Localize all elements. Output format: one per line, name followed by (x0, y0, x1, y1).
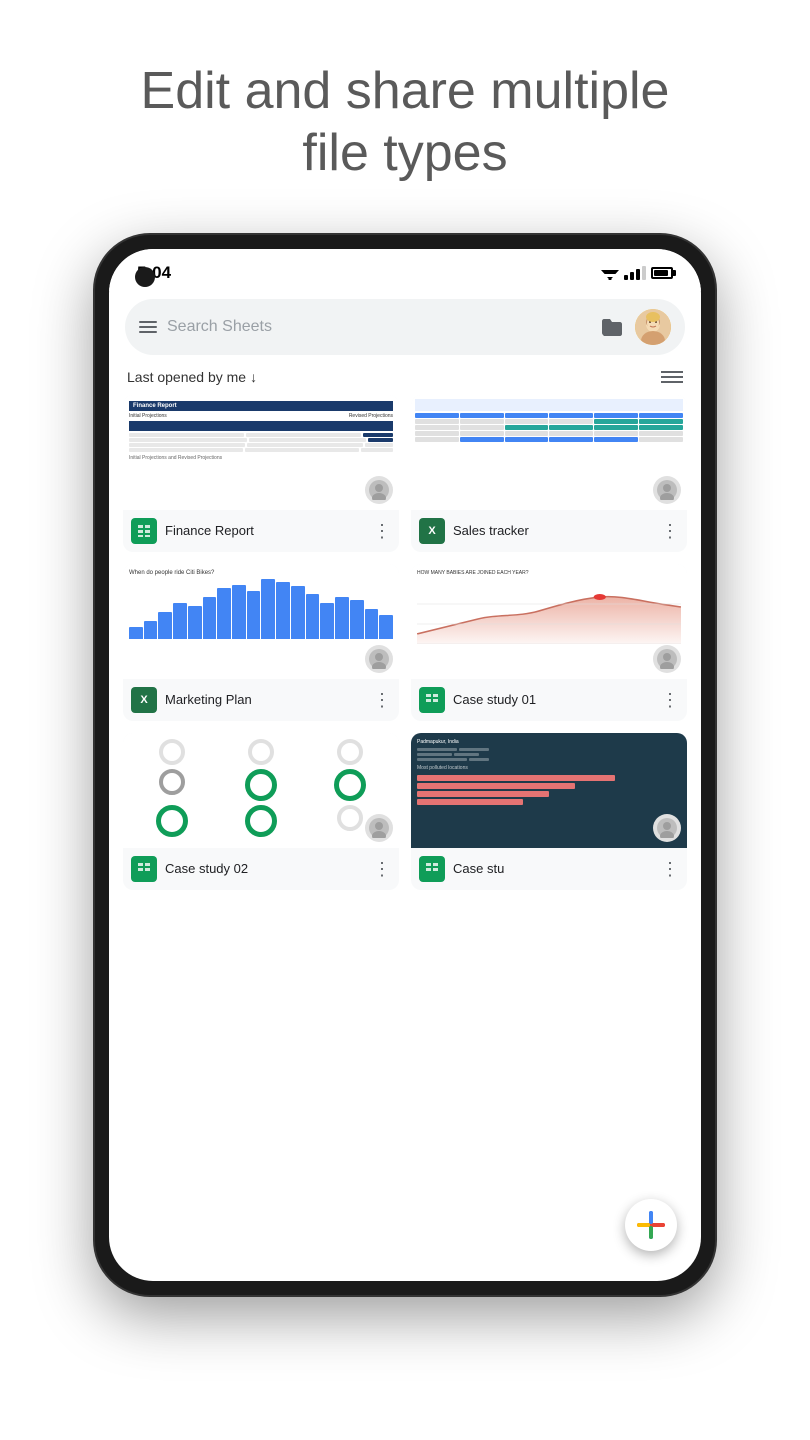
sort-label[interactable]: Last opened by me ↓ (127, 369, 257, 385)
file-icon-case-study-01 (419, 687, 445, 713)
file-card-case-study-02[interactable]: Case study 02 ⋮ (123, 733, 399, 890)
folder-icon[interactable] (599, 316, 625, 338)
file-menu-case-study-03[interactable]: ⋮ (661, 860, 679, 878)
wifi-icon (601, 266, 619, 280)
file-name-finance-report: Finance Report (165, 523, 365, 538)
page-title: Edit and share multiple file types (81, 0, 730, 225)
shared-avatar-sales (653, 476, 681, 504)
file-icon-finance-report (131, 518, 157, 544)
file-thumbnail-case-study-02 (123, 733, 399, 848)
shared-avatar-finance (365, 476, 393, 504)
file-icon-sales-tracker: X (419, 518, 445, 544)
file-card-case-study-01[interactable]: HOW MANY BABIES ARE JOINED EACH YEAR? (411, 564, 687, 721)
file-card-case-study-03[interactable]: Padmapukur, India Most polluted location… (411, 733, 687, 890)
file-card-marketing-plan[interactable]: When do people ride Citi Bikes? (123, 564, 399, 721)
file-name-marketing-plan: Marketing Plan (165, 692, 365, 707)
file-thumbnail-marketing-plan: When do people ride Citi Bikes? (123, 564, 399, 679)
search-input[interactable]: Search Sheets (167, 318, 589, 336)
file-menu-case-study-02[interactable]: ⋮ (373, 860, 391, 878)
file-card-finance-report[interactable]: Finance Report Initial Projections Revis… (123, 395, 399, 552)
file-info-case-study-01: Case study 01 ⋮ (411, 679, 687, 721)
file-info-sales-tracker: X Sales tracker ⋮ (411, 510, 687, 552)
sort-row: Last opened by me ↓ (109, 355, 701, 395)
status-bar: 5:04 (109, 249, 701, 291)
file-thumbnail-finance-report: Finance Report Initial Projections Revis… (123, 395, 399, 510)
case-study-01-chart (417, 579, 681, 644)
battery-icon (651, 267, 673, 279)
menu-button[interactable] (139, 321, 157, 333)
file-grid: Finance Report Initial Projections Revis… (109, 395, 701, 890)
file-card-sales-tracker[interactable]: X Sales tracker ⋮ (411, 395, 687, 552)
file-menu-sales-tracker[interactable]: ⋮ (661, 522, 679, 540)
file-icon-marketing-plan: X (131, 687, 157, 713)
camera-notch (135, 267, 155, 287)
file-menu-marketing-plan[interactable]: ⋮ (373, 691, 391, 709)
shared-avatar-case03 (653, 814, 681, 842)
file-menu-case-study-01[interactable]: ⋮ (661, 691, 679, 709)
file-icon-case-study-03 (419, 856, 445, 882)
shared-avatar-marketing (365, 645, 393, 673)
fab-button[interactable] (625, 1199, 677, 1251)
file-menu-finance-report[interactable]: ⋮ (373, 522, 391, 540)
file-info-marketing-plan: X Marketing Plan ⋮ (123, 679, 399, 721)
file-info-case-study-03: Case stu ⋮ (411, 848, 687, 890)
marketing-chart (129, 579, 393, 639)
signal-bars-icon (624, 266, 646, 280)
phone-screen: 5:04 (109, 249, 701, 1281)
file-thumbnail-case-study-01: HOW MANY BABIES ARE JOINED EACH YEAR? (411, 564, 687, 679)
file-name-case-study-01: Case study 01 (453, 692, 653, 707)
file-icon-case-study-02 (131, 856, 157, 882)
shared-avatar-case01 (653, 645, 681, 673)
shared-avatar-case02 (365, 814, 393, 842)
list-view-toggle[interactable] (661, 371, 683, 383)
file-info-finance-report: Finance Report ⋮ (123, 510, 399, 552)
file-name-case-study-03: Case stu (453, 861, 653, 876)
file-name-sales-tracker: Sales tracker (453, 523, 653, 538)
phone-mockup: 5:04 (95, 235, 715, 1295)
file-thumbnail-case-study-03: Padmapukur, India Most polluted location… (411, 733, 687, 848)
status-icons (601, 266, 673, 280)
file-thumbnail-sales-tracker (411, 395, 687, 510)
file-name-case-study-02: Case study 02 (165, 861, 365, 876)
avatar[interactable] (635, 309, 671, 345)
search-bar[interactable]: Search Sheets (125, 299, 685, 355)
file-info-case-study-02: Case study 02 ⋮ (123, 848, 399, 890)
